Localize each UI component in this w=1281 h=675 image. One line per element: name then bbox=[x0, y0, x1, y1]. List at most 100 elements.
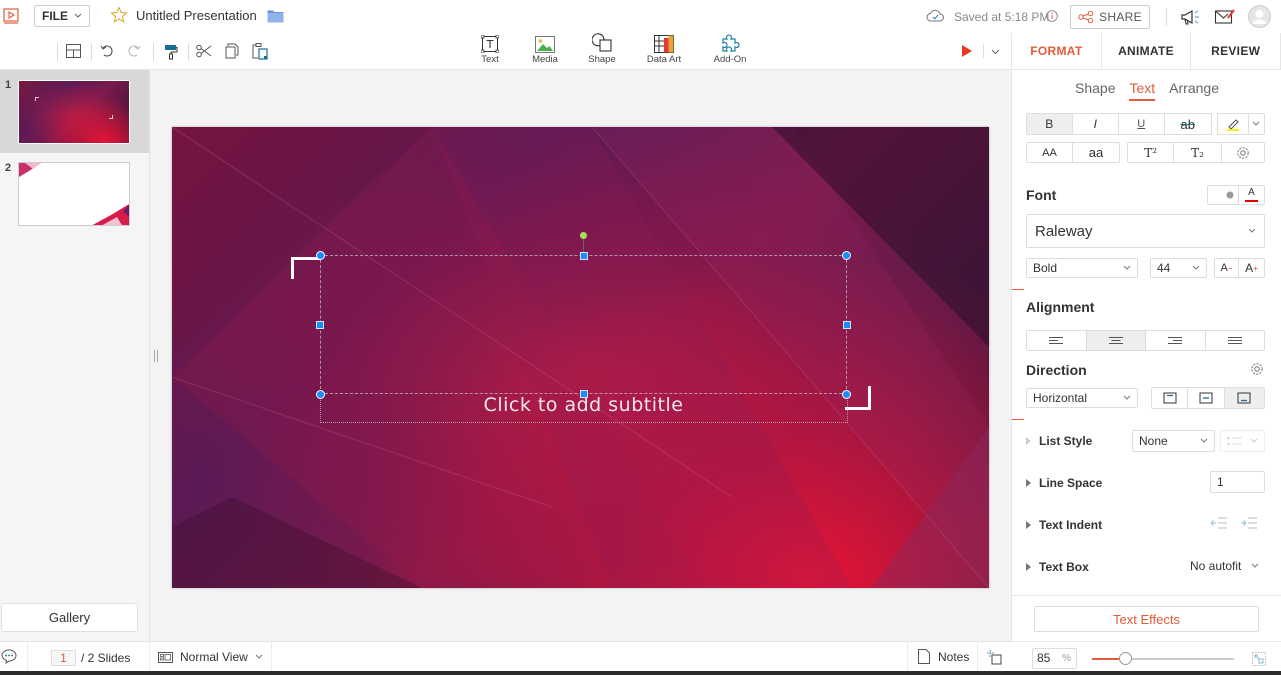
list-style-row[interactable]: List Style bbox=[1026, 434, 1092, 448]
insert-text-button[interactable]: Text bbox=[460, 31, 520, 65]
increase-indent-icon[interactable] bbox=[1240, 517, 1258, 529]
resize-handle-bottom-right[interactable] bbox=[842, 390, 851, 399]
gear-icon bbox=[1237, 146, 1249, 159]
subtab-text[interactable]: Text bbox=[1129, 80, 1156, 101]
insert-add-on-button[interactable]: Add-On bbox=[700, 31, 760, 65]
fit-to-window-icon[interactable] bbox=[986, 649, 1002, 665]
text-fill-button[interactable] bbox=[1208, 186, 1239, 204]
strikethrough-button[interactable]: ab bbox=[1165, 114, 1211, 134]
feedback-mail-icon[interactable] bbox=[1214, 8, 1236, 26]
notes-button[interactable]: Notes bbox=[918, 649, 969, 664]
subtab-arrange[interactable]: Arrange bbox=[1169, 80, 1219, 101]
vertical-align-middle-icon bbox=[1199, 392, 1213, 404]
info-icon[interactable] bbox=[1046, 10, 1058, 22]
document-title[interactable]: Untitled Presentation bbox=[136, 8, 257, 23]
tab-animate[interactable]: ANIMATE bbox=[1102, 33, 1192, 69]
layout-icon[interactable] bbox=[66, 44, 81, 58]
font-color-button[interactable]: A bbox=[1239, 186, 1264, 204]
subscript-button[interactable]: T₂ bbox=[1174, 143, 1222, 162]
slide-thumbnail-2[interactable]: 2 bbox=[0, 153, 149, 233]
zoom-slider[interactable] bbox=[1092, 652, 1234, 665]
fullscreen-fit-icon[interactable] bbox=[1252, 652, 1266, 666]
increase-font-size-button[interactable]: A + bbox=[1239, 259, 1264, 277]
vertical-align-bottom-button[interactable] bbox=[1224, 388, 1264, 408]
copy-icon[interactable] bbox=[225, 43, 240, 59]
insert-data-art-button[interactable]: Data Art bbox=[634, 31, 694, 65]
font-size-select[interactable]: 44 bbox=[1150, 258, 1207, 278]
lowercase-button[interactable]: aa bbox=[1073, 143, 1119, 162]
announcement-icon[interactable] bbox=[1180, 8, 1202, 26]
decrease-indent-icon[interactable] bbox=[1210, 517, 1228, 529]
align-right-button[interactable] bbox=[1146, 331, 1206, 350]
desktop-background-strip bbox=[0, 671, 1281, 675]
zoom-percent-input[interactable]: 85 % bbox=[1032, 648, 1077, 669]
undo-icon[interactable] bbox=[100, 44, 114, 58]
bold-button[interactable]: B bbox=[1027, 114, 1073, 134]
align-justify-button[interactable] bbox=[1206, 331, 1265, 350]
superscript-button[interactable]: T² bbox=[1128, 143, 1175, 162]
case-group: AA aa bbox=[1026, 142, 1120, 163]
panel-resize-handle[interactable] bbox=[154, 350, 158, 362]
text-settings-button[interactable] bbox=[1222, 143, 1264, 162]
resize-handle-top[interactable] bbox=[580, 252, 588, 260]
vertical-align-top-icon bbox=[1163, 392, 1177, 404]
file-menu-button[interactable]: FILE bbox=[34, 5, 90, 27]
line-space-row[interactable]: Line Space bbox=[1026, 476, 1102, 490]
panel-tabs: FORMAT ANIMATE REVIEW bbox=[1011, 33, 1281, 70]
rotate-handle[interactable] bbox=[580, 232, 587, 239]
font-weight-select[interactable]: Bold bbox=[1026, 258, 1138, 278]
text-box-autofit-select[interactable]: No autofit bbox=[1190, 559, 1259, 573]
list-style-select[interactable]: None bbox=[1132, 430, 1215, 452]
direction-settings-gear-icon[interactable] bbox=[1250, 362, 1264, 376]
resize-handle-bottom-left[interactable] bbox=[316, 390, 325, 399]
view-mode-select[interactable]: Normal View bbox=[158, 650, 263, 664]
text-box-row[interactable]: Text Box bbox=[1026, 560, 1089, 574]
resize-handle-left[interactable] bbox=[316, 321, 324, 329]
decrease-font-size-button[interactable]: A − bbox=[1215, 259, 1240, 277]
text-direction-select[interactable]: Horizontal bbox=[1026, 388, 1138, 408]
highlight-options-chevron-icon[interactable] bbox=[1249, 114, 1264, 134]
paste-icon[interactable] bbox=[252, 43, 268, 60]
resize-handle-top-right[interactable] bbox=[842, 251, 851, 260]
tab-review[interactable]: REVIEW bbox=[1191, 33, 1281, 69]
text-effects-button[interactable]: Text Effects bbox=[1034, 606, 1259, 632]
text-indent-row[interactable]: Text Indent bbox=[1026, 518, 1102, 532]
tab-format[interactable]: FORMAT bbox=[1012, 33, 1102, 69]
cut-icon[interactable] bbox=[196, 44, 212, 58]
align-left-button[interactable] bbox=[1027, 331, 1087, 350]
redo-icon[interactable] bbox=[127, 44, 141, 58]
image-icon bbox=[535, 36, 555, 53]
play-icon[interactable] bbox=[962, 45, 972, 57]
zoom-slider-knob[interactable] bbox=[1118, 652, 1132, 665]
bullet-style-select[interactable] bbox=[1220, 430, 1265, 452]
insert-media-button[interactable]: Media bbox=[515, 31, 575, 65]
subscript-label: T₂ bbox=[1191, 145, 1204, 160]
subtab-shape[interactable]: Shape bbox=[1075, 80, 1115, 101]
chat-icon[interactable] bbox=[1, 649, 17, 664]
line-space-input[interactable]: 1 bbox=[1210, 471, 1265, 493]
slide-thumbnail-1[interactable]: 1 bbox=[0, 70, 149, 153]
share-button[interactable]: SHARE bbox=[1070, 5, 1150, 29]
align-center-button[interactable] bbox=[1086, 331, 1146, 350]
direction-section-title: Direction bbox=[1026, 362, 1087, 378]
user-avatar[interactable] bbox=[1248, 5, 1271, 28]
favorite-star-icon[interactable] bbox=[110, 6, 128, 24]
folder-icon[interactable] bbox=[267, 9, 284, 23]
underline-button[interactable]: U bbox=[1119, 114, 1165, 134]
resize-handle-right[interactable] bbox=[843, 321, 851, 329]
app-logo-icon[interactable] bbox=[3, 8, 19, 24]
highlight-color-button[interactable] bbox=[1218, 114, 1249, 134]
resize-handle-top-left[interactable] bbox=[316, 251, 325, 260]
format-painter-icon[interactable] bbox=[164, 44, 178, 60]
play-options-chevron-icon[interactable] bbox=[991, 49, 1000, 55]
title-textbox-selection[interactable] bbox=[320, 255, 847, 394]
vertical-align-top-button[interactable] bbox=[1152, 388, 1189, 408]
italic-button[interactable]: I bbox=[1073, 114, 1120, 134]
vertical-align-middle-button[interactable] bbox=[1188, 388, 1225, 408]
current-page-input[interactable]: 1 bbox=[51, 650, 76, 666]
uppercase-button[interactable]: AA bbox=[1027, 143, 1074, 162]
font-family-select[interactable]: Raleway bbox=[1026, 214, 1265, 248]
gallery-button[interactable]: Gallery bbox=[1, 603, 138, 632]
insert-shape-button[interactable]: Shape bbox=[572, 31, 632, 65]
resize-handle-bottom[interactable] bbox=[580, 390, 588, 398]
